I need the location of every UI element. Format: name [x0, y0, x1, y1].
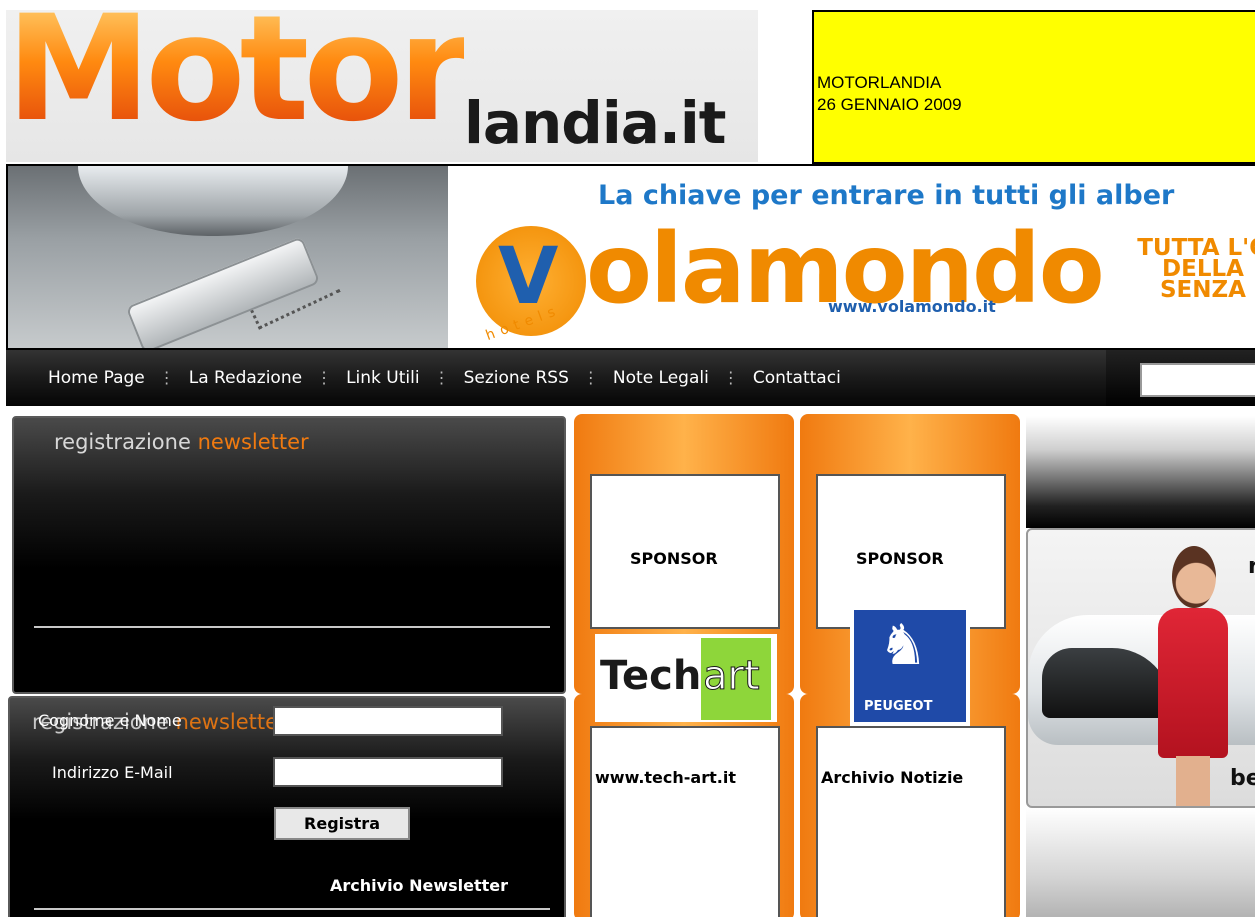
nav-rss[interactable]: Sezione RSS [464, 369, 569, 387]
right-ad-text-bottom: be [1230, 766, 1255, 791]
right-ad-text-top: r [1248, 556, 1255, 578]
date-box-date: 26 GENNAIO 2009 [817, 95, 962, 114]
nav-separator: ⋮ [158, 368, 175, 387]
model-figure [1148, 546, 1238, 806]
sponsor-card-2-lower [816, 726, 1006, 917]
email-input[interactable] [273, 757, 503, 787]
header-banner: La chiave per entrare in tutti gli alber… [6, 164, 1255, 350]
computer-mouse-graphic [78, 166, 348, 236]
nav-home[interactable]: Home Page [48, 369, 145, 387]
sponsor-card-1-lower [590, 726, 780, 917]
ad-tagline: La chiave per entrare in tutti gli alber [598, 180, 1175, 211]
nav-separator: ⋮ [722, 368, 739, 387]
newsletter-panel-top: registrazione newsletter [12, 416, 566, 694]
techart-logo[interactable]: Tech art [595, 634, 777, 722]
nav-separator: ⋮ [582, 368, 599, 387]
nav-redazione[interactable]: La Redazione [189, 369, 302, 387]
divider [34, 626, 550, 628]
ad-side-text: TUTTA L'O DELLA SENZA [1137, 235, 1255, 303]
divider [34, 908, 550, 910]
name-field-label: Cognome e Nome [38, 711, 182, 730]
register-button[interactable]: Registra [274, 807, 410, 840]
date-box: MOTORLANDIA 26 GENNAIO 2009 [812, 10, 1255, 164]
nav-separator: ⋮ [433, 368, 450, 387]
email-field-label: Indirizzo E-Mail [52, 763, 173, 782]
newsletter-title: registrazione newsletter [54, 430, 309, 454]
search-input[interactable] [1140, 363, 1255, 397]
name-input[interactable] [273, 706, 503, 736]
lion-icon: ♞ [878, 613, 929, 678]
right-column-footer [1026, 808, 1255, 917]
nav-separator: ⋮ [316, 368, 333, 387]
volamondo-ad[interactable]: La chiave per entrare in tutti gli alber… [448, 166, 1255, 348]
logo-text-motor: Motor [6, 10, 470, 142]
sponsor-label-1: SPONSOR [630, 549, 718, 568]
nav-note-legali[interactable]: Note Legali [613, 369, 709, 387]
nav-link-utili[interactable]: Link Utili [346, 369, 420, 387]
right-column-header [1026, 416, 1255, 528]
techart-link[interactable]: www.tech-art.it [595, 770, 736, 786]
site-logo[interactable]: Motor landia.it [6, 10, 758, 162]
news-archive-link[interactable]: Archivio Notizie [821, 770, 963, 786]
mouse-key-image [8, 166, 448, 348]
peugeot-logo[interactable]: ♞ PEUGEOT [850, 608, 970, 740]
newsletter-archive-link[interactable]: Archivio Newsletter [330, 878, 508, 894]
right-ad-photo[interactable]: r be [1026, 528, 1255, 808]
date-box-title: MOTORLANDIA [817, 73, 942, 92]
key-graphic [125, 236, 321, 348]
logo-text-landia: landia.it [464, 89, 726, 157]
sponsor-label-2: SPONSOR [856, 549, 944, 568]
nav-contattaci[interactable]: Contattaci [753, 369, 841, 387]
main-nav: Home Page ⋮ La Redazione ⋮ Link Utili ⋮ … [6, 350, 1106, 406]
ad-url: www.volamondo.it [828, 297, 996, 316]
